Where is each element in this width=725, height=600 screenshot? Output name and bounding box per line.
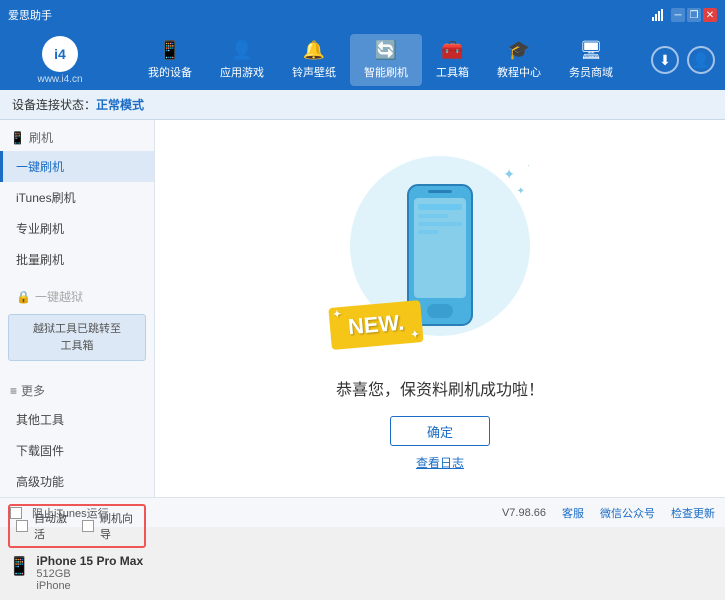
nav-apps-games-label: 应用游戏 (220, 64, 264, 80)
ringtones-icon: 🔔 (303, 40, 325, 61)
jailbreak-label: 一键越狱 (35, 288, 83, 305)
apps-games-icon: 👤 (231, 40, 253, 61)
check-update-label[interactable]: 检查更新 (671, 505, 715, 521)
user-button[interactable]: 👤 (687, 46, 715, 74)
device-storage: 512GB (36, 568, 143, 580)
status-prefix: 设备连接状态： (12, 96, 96, 113)
advanced-label: 高级功能 (16, 475, 64, 489)
one-key-flash-label: 一键刷机 (16, 160, 64, 174)
nav-smart-flash[interactable]: 🔄 智能刷机 (350, 34, 422, 86)
sparkle-2: ✦ (517, 186, 525, 197)
statusbar: 设备连接状态： 正常模式 (0, 90, 725, 120)
toolbox-icon: 🧰 (441, 40, 463, 61)
new-ribbon: NEW. (328, 300, 424, 350)
sidebar-advanced[interactable]: 高级功能 (0, 466, 154, 497)
itunes-checkbox[interactable] (10, 507, 22, 519)
sparkle-3: · (527, 161, 530, 170)
itunes-flash-label: iTunes刷机 (16, 191, 76, 205)
logo-url: www.i4.cn (37, 74, 82, 85)
main-area: 📱 刷机 一键刷机 iTunes刷机 专业刷机 批量刷机 🔒 一键越狱 越狱工具… (0, 120, 725, 497)
my-device-icon: 📱 (159, 40, 181, 61)
restore-button[interactable]: ❐ (687, 8, 701, 22)
nav-service-label: 务员商域 (569, 64, 613, 80)
nav-tutorials-label: 教程中心 (497, 64, 541, 80)
nav-ringtones[interactable]: 🔔 铃声壁纸 (278, 34, 350, 86)
device-name: iPhone 15 Pro Max (36, 554, 143, 568)
confirm-button[interactable]: 确定 (390, 416, 490, 446)
header-right: ⬇ 👤 (651, 46, 715, 74)
pro-flash-label: 专业刷机 (16, 222, 64, 236)
lock-icon: 🔒 (16, 290, 31, 304)
nav-my-device[interactable]: 📱 我的设备 (134, 34, 206, 86)
more-section-label: 更多 (21, 382, 45, 399)
notice-line1: 越狱工具已跳转至 (33, 323, 121, 335)
close-button[interactable]: ✕ (703, 8, 717, 22)
new-badge: NEW. (330, 304, 422, 346)
window-controls: ─ ❐ ✕ (651, 8, 717, 22)
sidebar-one-key-flash[interactable]: 一键刷机 (0, 151, 154, 182)
logo: i4 www.i4.cn (10, 36, 110, 85)
nav-toolbox-label: 工具箱 (436, 64, 469, 80)
nav-toolbox[interactable]: 🧰 工具箱 (422, 34, 483, 86)
header: i4 www.i4.cn 📱 我的设备 👤 应用游戏 🔔 铃声壁纸 🔄 智能刷机… (0, 30, 725, 90)
flash-section: 📱 刷机 一键刷机 iTunes刷机 专业刷机 批量刷机 (0, 124, 154, 275)
nav-service[interactable]: 🖥 务员商域 (555, 34, 627, 86)
nav-tutorials[interactable]: 🎓 教程中心 (483, 34, 555, 86)
batch-flash-label: 批量刷机 (16, 253, 64, 267)
main-content: ✦ ✦ · (155, 120, 725, 497)
sparkle-1: ✦ (503, 166, 515, 183)
confirm-button-label: 确定 (427, 422, 453, 441)
app-title: 爱思助手 (8, 7, 52, 23)
nav-smart-flash-label: 智能刷机 (364, 64, 408, 80)
device-info: 📱 iPhone 15 Pro Max 512GB iPhone (8, 552, 146, 594)
more-section: ≡ 更多 其他工具 下载固件 高级功能 (0, 377, 154, 497)
version-label: V7.98.66 (502, 507, 546, 519)
nav-ringtones-label: 铃声壁纸 (292, 64, 336, 80)
tutorials-icon: 🎓 (508, 40, 530, 61)
wechat-label[interactable]: 微信公众号 (600, 505, 655, 521)
nav-my-device-label: 我的设备 (148, 64, 192, 80)
phone-illustration: ✦ ✦ · (340, 146, 540, 366)
device-details: iPhone 15 Pro Max 512GB iPhone (36, 554, 143, 592)
download-button[interactable]: ⬇ (651, 46, 679, 74)
client-label[interactable]: 客服 (562, 505, 584, 521)
other-tools-label: 其他工具 (16, 413, 64, 427)
sidebar-pro-flash[interactable]: 专业刷机 (0, 213, 154, 244)
sidebar-batch-flash[interactable]: 批量刷机 (0, 244, 154, 275)
logo-icon: i4 (42, 36, 78, 72)
success-text: 恭喜您，保资料刷机成功啦！ (336, 376, 544, 400)
status-mode: 正常模式 (96, 96, 144, 113)
device-phone-icon: 📱 (8, 556, 30, 577)
flash-section-header: 📱 刷机 (0, 124, 154, 151)
log-link[interactable]: 查看日志 (416, 454, 464, 471)
device-type: iPhone (36, 580, 143, 592)
new-label: NEW. (347, 310, 405, 340)
sidebar: 📱 刷机 一键刷机 iTunes刷机 专业刷机 批量刷机 🔒 一键越狱 越狱工具… (0, 120, 155, 497)
download-firmware-label: 下载固件 (16, 444, 64, 458)
sidebar-other-tools[interactable]: 其他工具 (0, 404, 154, 435)
jailbreak-notice: 越狱工具已跳转至 工具箱 (8, 314, 146, 361)
guide-checkbox[interactable] (82, 520, 94, 532)
nav-apps-games[interactable]: 👤 应用游戏 (206, 34, 278, 86)
flash-section-icon: 📱 (10, 131, 25, 145)
sidebar-download-firmware[interactable]: 下载固件 (0, 435, 154, 466)
more-section-icon: ≡ (10, 384, 17, 398)
itunes-label: 阻止iTunes运行 (32, 505, 109, 521)
more-section-header: ≡ 更多 (0, 377, 154, 404)
notice-line2: 工具箱 (61, 340, 94, 352)
minimize-button[interactable]: ─ (671, 8, 685, 22)
wifi-icon (651, 8, 665, 22)
jailbreak-disabled: 🔒 一键越狱 (0, 283, 154, 310)
titlebar: 爱思助手 ─ ❐ ✕ (0, 0, 725, 30)
sidebar-itunes-flash[interactable]: iTunes刷机 (0, 182, 154, 213)
flash-section-label: 刷机 (29, 129, 53, 146)
service-icon: 🖥 (580, 40, 603, 61)
smart-flash-icon: 🔄 (375, 40, 397, 61)
bottom-right: V7.98.66 客服 微信公众号 检查更新 (502, 505, 715, 521)
log-link-label: 查看日志 (416, 456, 464, 470)
auto-activate-checkbox[interactable] (16, 520, 28, 532)
main-nav: 📱 我的设备 👤 应用游戏 🔔 铃声壁纸 🔄 智能刷机 🧰 工具箱 🎓 教程中心… (110, 34, 651, 86)
